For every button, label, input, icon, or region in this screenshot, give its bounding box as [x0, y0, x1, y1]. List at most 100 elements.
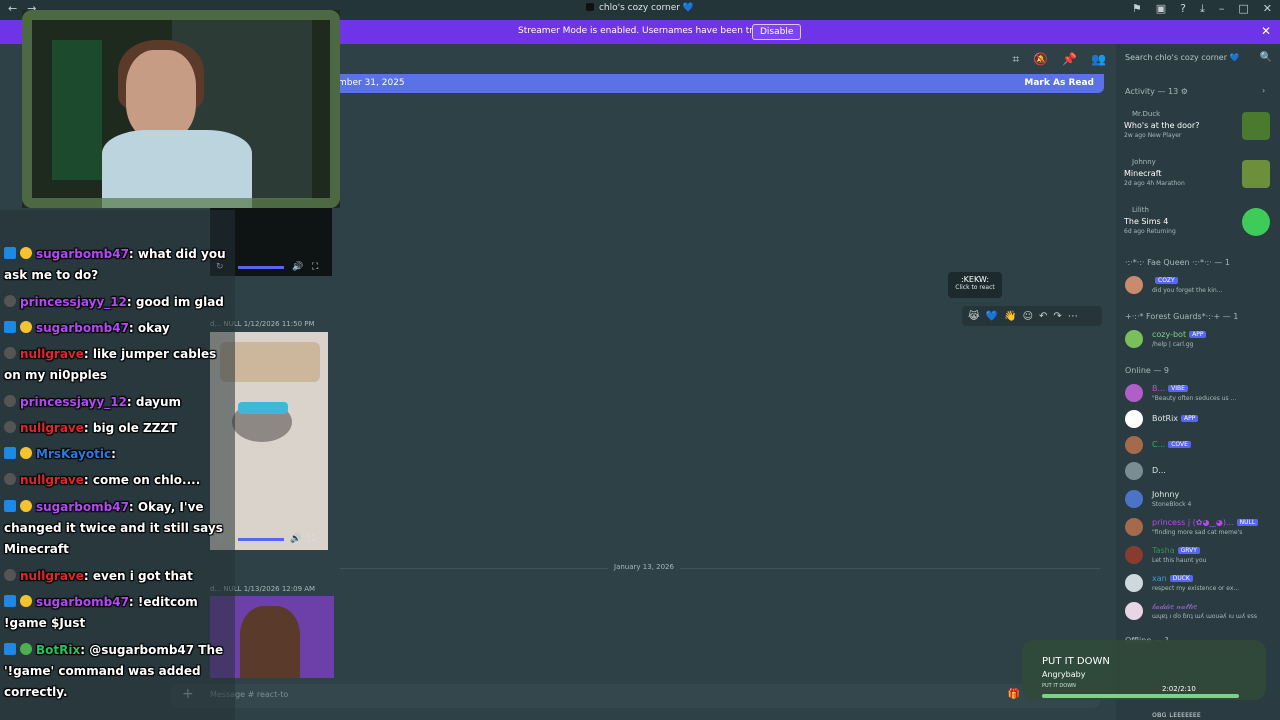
help-icon[interactable]: ? [1180, 2, 1186, 16]
avatar [1125, 602, 1143, 620]
avatar [1125, 384, 1143, 402]
member-tag: COVE [1168, 441, 1191, 448]
badge-icon [4, 595, 16, 607]
badge-icon [20, 595, 32, 607]
member-item[interactable]: C... COVE [1125, 434, 1275, 456]
volume-icon[interactable]: 🔊 [292, 262, 303, 272]
chat-message: princessjayy_12: dayum [4, 392, 234, 413]
fullscreen-icon[interactable]: ⛶ [312, 262, 318, 272]
reply-icon[interactable]: ↶ [1039, 311, 1047, 322]
member-name: xan DUCK [1152, 574, 1193, 583]
volume-slider[interactable] [238, 266, 284, 269]
member-item[interactable]: Johnny StoneBlock 4 [1125, 488, 1275, 510]
member-tag: VIBE [1168, 385, 1188, 392]
volume-icon[interactable]: 🔊 [290, 534, 301, 544]
chat-username: sugarbomb47 [36, 321, 129, 335]
activity-card[interactable]: Johnny Minecraft 2d ago 4h Marathon [1124, 158, 1272, 198]
member-item[interactable]: Tasha GRVY Let this haunt you [1125, 544, 1275, 566]
member-tag: GRVY [1177, 547, 1200, 554]
badge-icon [4, 321, 16, 333]
search-input[interactable]: Search chlo's cozy corner 💙 🔍 [1118, 50, 1278, 66]
activity-card[interactable]: Mr.Duck Who's at the door? 2w ago New Pl… [1124, 110, 1272, 150]
game-thumbnail [1242, 160, 1270, 188]
add-reaction-icon[interactable]: ☺ [1023, 311, 1033, 322]
minimize-icon[interactable]: – [1219, 2, 1225, 16]
badge-icon [4, 295, 16, 307]
threads-icon[interactable]: ⌗ [1012, 52, 1019, 67]
avatar [1125, 410, 1143, 428]
role-header-fae: ·:·*·:· Fae Queen ·:·*·:· — 1 [1125, 258, 1230, 267]
pin-icon[interactable]: 📌 [1062, 52, 1077, 67]
badge-icon [4, 500, 16, 512]
activity-header[interactable]: Activity — 13 ⚙ [1125, 87, 1188, 96]
member-status: did you forget the kin... [1152, 287, 1223, 294]
mute-bell-icon[interactable]: 🔕 [1033, 52, 1048, 67]
volume-slider[interactable] [238, 538, 284, 541]
chevron-right-icon[interactable]: › [1262, 86, 1265, 95]
avatar [1125, 330, 1143, 348]
badge-icon [4, 473, 16, 485]
member-item[interactable]: BotRix APP [1125, 408, 1275, 430]
member-name: BotRix APP [1152, 414, 1199, 423]
tooltip-emoji-name: :KEKW: [960, 275, 990, 284]
message-composer[interactable]: + Message # react-to 🎁 [170, 684, 1100, 708]
member-item[interactable]: B... VIBE "Beauty often seduces us ... [1125, 382, 1275, 404]
member-item[interactable]: princess j (✿◕‿◕)... NULL "finding more sa… [1125, 516, 1275, 538]
inbox-icon[interactable]: ⚑ [1132, 2, 1142, 16]
maximize-icon[interactable]: □ [1238, 2, 1248, 16]
member-item[interactable]: cozy-bot APP /help | carl.gg [1125, 328, 1275, 350]
member-item[interactable]: xan DUCK respect my existence or ex... [1125, 572, 1275, 594]
disable-button[interactable]: Disable [752, 24, 802, 40]
leaf-frame [22, 10, 340, 208]
members-icon[interactable]: 👥 [1091, 52, 1106, 67]
chat-username: nullgrave [20, 473, 84, 487]
member-tag: COZY [1155, 277, 1178, 284]
gift-icon[interactable]: 🎁 [1008, 689, 1020, 700]
chat-text: : even i got that [83, 569, 193, 583]
badge-icon [20, 643, 32, 655]
tooltip-hint: Click to react [955, 284, 995, 291]
badge-icon [4, 447, 16, 459]
song-time: 2:02/2:10 [1162, 685, 1196, 693]
chat-username: sugarbomb47 [36, 595, 129, 609]
role-header-online: Online — 9 [1125, 366, 1169, 375]
close-window-icon[interactable]: ✕ [1263, 2, 1272, 16]
chat-text: : come on chlo.... [83, 473, 201, 487]
screen-icon[interactable]: ▣ [1156, 2, 1166, 16]
new-messages-bar[interactable]: mber 31, 2025 Mark As Read [332, 74, 1104, 93]
member-item[interactable]: D... [1125, 460, 1275, 482]
date-divider: January 13, 2026 [340, 563, 1100, 571]
heart-emoji-icon[interactable]: 💙 [986, 311, 998, 322]
wave-emoji-icon[interactable]: 👋 [1004, 311, 1016, 322]
member-tag: NULL [1236, 519, 1259, 526]
badge-icon [4, 395, 16, 407]
member-tag: APP [1181, 415, 1199, 422]
chat-username: princessjayy_12 [20, 395, 127, 409]
chat-text: : dayum [126, 395, 182, 409]
member-name: Johnny [1152, 490, 1180, 499]
more-options-icon[interactable]: ⋯ [1068, 311, 1078, 322]
member-name[interactable]: ᴏʙɢ ʟᴇᴇᴇᴇᴇᴇᴇ [1152, 710, 1201, 719]
chat-username: MrsKayotic [36, 447, 112, 461]
avatar [1125, 276, 1143, 294]
chat-message: sugarbomb47: okay [4, 318, 234, 339]
role-header-forest: +·:·* Forest Guards*·:·+ — 1 [1125, 312, 1239, 321]
kekw-emoji-icon[interactable]: 😹 [968, 311, 980, 322]
chat-message: nullgrave: like jumper cables on my ni0p… [4, 344, 234, 386]
member-item[interactable]: COZY did you forget the kin... [1125, 274, 1275, 296]
game-thumbnail [1242, 208, 1270, 236]
chat-message: nullgrave: even i got that [4, 566, 234, 587]
member-name: C... COVE [1152, 440, 1191, 449]
download-icon[interactable]: ⤓ [1200, 2, 1205, 16]
fullscreen-icon[interactable]: ⛶ [308, 534, 314, 544]
badge-icon [20, 247, 32, 259]
forward-icon[interactable]: ↷ [1053, 311, 1061, 322]
close-banner-icon[interactable]: ✕ [1261, 24, 1271, 38]
chat-username: BotRix [36, 643, 81, 657]
member-item[interactable]: 𝒷𝒶𝒹𝒹𝒾𝑒 𝓃𝒶𝓉𝓉𝒾𝑒 ɯɥɐʇ ı ɗo ɓnʇ ɯʎ ɯouǝʎ ıu ɯ… [1125, 600, 1275, 622]
member-name: B... VIBE [1152, 384, 1188, 393]
activity-card[interactable]: Lilith The Sims 4 6d ago Returning [1124, 206, 1272, 246]
song-progress-bar [1042, 694, 1240, 698]
mark-as-read-button[interactable]: Mark As Read [1024, 78, 1094, 88]
chat-username: nullgrave [20, 569, 84, 583]
